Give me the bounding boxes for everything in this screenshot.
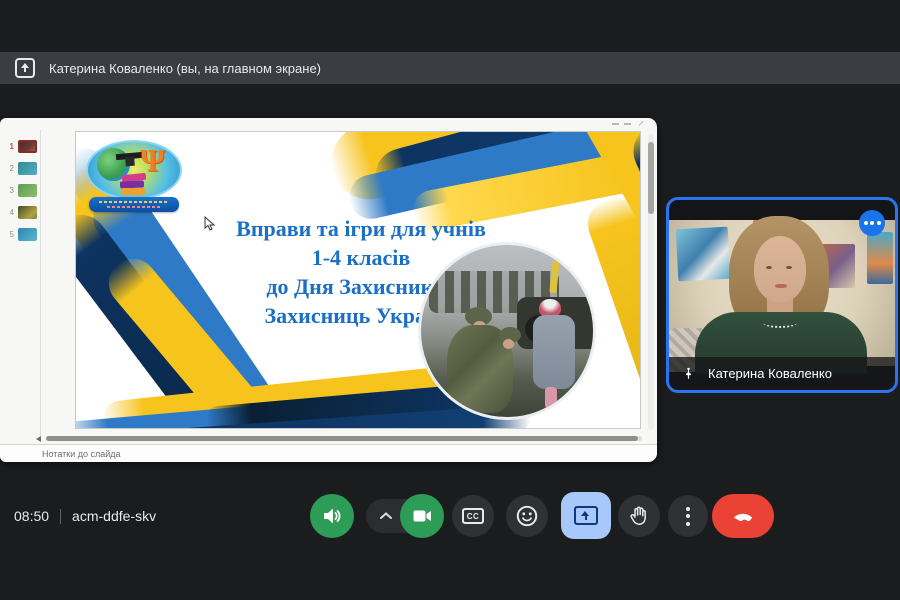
logo-ribbon [89,197,179,212]
slide-thumbnail-4[interactable]: 4 [0,204,40,220]
speaker-icon [320,504,344,528]
end-call-button[interactable] [712,494,774,538]
slide-thumbnail-2[interactable]: 2 [0,160,40,176]
shared-presentation-window: 1 2 3 4 5 [0,118,657,462]
meeting-info: 08:50 acm-ddfe-skv [14,508,156,524]
end-call-icon [730,503,756,529]
camera-button[interactable] [400,494,444,538]
slide-title-line: Вправи та ігри для учнів [181,214,541,243]
slide-2-preview [18,162,37,175]
slide-3-preview [18,184,37,197]
slide-notes-bar[interactable]: Нотатки до слайда [0,444,657,462]
participant-name: Катерина Коваленко [708,366,832,381]
tile-more-options-button[interactable] [859,210,885,236]
captions-button[interactable]: CC [452,495,494,537]
slide-4-preview [18,206,37,219]
smiley-icon [514,503,540,529]
mouse-cursor [204,216,216,232]
window-close-icon[interactable] [639,121,647,129]
institute-logo: Ψ [86,140,186,216]
meeting-code: acm-ddfe-skv [72,508,156,524]
participant-face [754,236,806,302]
hand-icon [627,504,651,528]
divider [60,509,61,524]
window-maximize-icon[interactable] [624,123,631,125]
vertical-scrollbar-thumb[interactable] [648,142,654,214]
slide-5-preview [18,228,37,241]
camera-icon [410,504,434,528]
reactions-button[interactable] [506,495,548,537]
presenting-banner: Катерина Коваленко (вы, на главном экран… [0,52,900,84]
hscroll-left-arrow[interactable] [36,436,41,442]
presenting-banner-label: Катерина Коваленко (вы, на главном экран… [49,61,321,76]
slide-1-preview [18,140,37,153]
chevron-up-icon[interactable] [375,505,397,527]
raise-hand-button[interactable] [618,495,660,537]
notes-placeholder: Нотатки до слайда [42,449,121,459]
pin-icon[interactable] [681,366,696,381]
speaker-button[interactable] [310,494,354,538]
second-soldier-face [503,339,514,349]
self-view-tile[interactable]: Катерина Коваленко [666,197,898,393]
wall-poster [867,232,893,284]
captions-icon: CC [462,508,484,524]
wall-poster [676,227,731,282]
tile-name-bar: Катерина Коваленко [669,357,895,390]
book-icon [121,188,145,195]
more-options-button[interactable] [668,495,708,537]
slide-thumbnail-5[interactable]: 5 [0,226,40,242]
child-boot [545,387,557,409]
window-minimize-icon[interactable] [612,123,619,125]
clock-time: 08:50 [14,508,49,524]
soldiers-photo-circle [418,242,596,420]
slide-thumbnail-3[interactable]: 3 [0,182,40,198]
slide-canvas: Ψ Вправи та ігри для учнів 1-4 класів до… [75,131,641,429]
child-jacket [533,315,575,389]
present-button[interactable] [561,492,611,539]
panel-divider [40,130,41,436]
present-icon [574,506,598,525]
participant-necklace [763,318,797,328]
slide-thumbnail-1[interactable]: 1 [0,138,40,154]
slide-thumbnail-panel: 1 2 3 4 5 [0,130,40,430]
horizontal-scrollbar-thumb[interactable] [46,436,638,441]
present-to-all-icon [15,58,35,78]
